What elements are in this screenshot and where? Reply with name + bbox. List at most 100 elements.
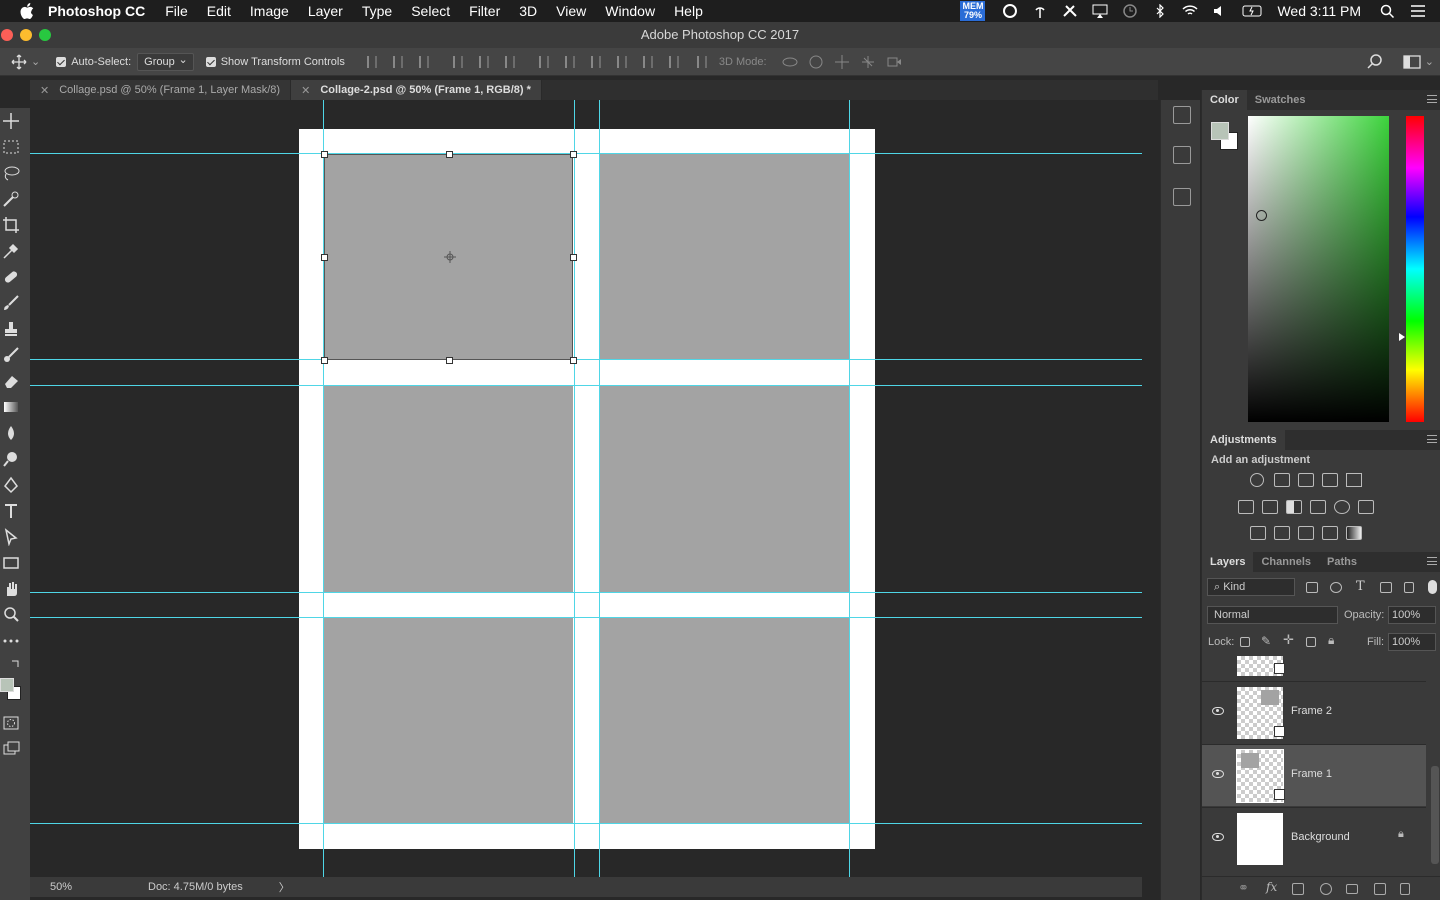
3d-pan-icon[interactable] xyxy=(834,54,850,70)
healing-brush-tool-icon[interactable] xyxy=(2,268,20,286)
workspace-icon[interactable] xyxy=(1403,54,1421,69)
guide-vertical[interactable] xyxy=(849,100,850,877)
wifi-icon[interactable] xyxy=(1182,4,1198,18)
zoom-tool-icon[interactable] xyxy=(2,606,20,624)
layer-name[interactable]: Background xyxy=(1291,831,1350,843)
new-adjustment-layer-icon[interactable] xyxy=(1320,883,1332,895)
canvas-area[interactable] xyxy=(30,100,1142,877)
channel-mixer-icon[interactable] xyxy=(1334,500,1350,514)
menu-file[interactable]: File xyxy=(165,3,188,19)
tab-paths[interactable]: Paths xyxy=(1319,552,1365,572)
menu-filter[interactable]: Filter xyxy=(469,3,500,19)
menu-window[interactable]: Window xyxy=(605,3,655,19)
color-lookup-icon[interactable] xyxy=(1358,500,1374,514)
align-top-icon[interactable] xyxy=(366,55,377,68)
creative-cloud-icon[interactable] xyxy=(1002,4,1018,18)
layer-name[interactable]: Frame 1 xyxy=(1291,768,1332,780)
quick-mask-icon[interactable] xyxy=(2,714,20,732)
guide-vertical[interactable] xyxy=(574,100,575,877)
transform-handle-right[interactable] xyxy=(570,254,577,261)
frame-6[interactable] xyxy=(600,618,849,824)
lock-position-icon[interactable]: ✛ xyxy=(1283,632,1294,648)
transform-handle-top-left[interactable] xyxy=(321,151,328,158)
brightness-contrast-icon[interactable] xyxy=(1250,473,1264,487)
hue-slider-marker[interactable] xyxy=(1399,333,1405,341)
3d-orbit-icon[interactable] xyxy=(782,54,798,70)
visibility-eye-icon[interactable] xyxy=(1212,833,1224,841)
guide-horizontal[interactable] xyxy=(30,592,1142,593)
tab-collage[interactable]: ✕ Collage.psd @ 50% (Frame 1, Layer Mask… xyxy=(30,80,292,100)
color-field[interactable] xyxy=(1248,116,1389,422)
menu-image[interactable]: Image xyxy=(250,3,289,19)
visibility-eye-icon[interactable] xyxy=(1212,770,1224,778)
black-white-icon[interactable] xyxy=(1286,500,1302,514)
distribute-left-icon[interactable] xyxy=(616,55,627,68)
curves-icon[interactable] xyxy=(1298,473,1314,487)
distribute-hcenter-icon[interactable] xyxy=(642,55,653,68)
search-icon[interactable] xyxy=(1367,53,1383,70)
pen-tool-icon[interactable] xyxy=(2,476,20,494)
blur-tool-icon[interactable] xyxy=(2,424,20,442)
doc-info-arrow[interactable]: 〉 xyxy=(279,879,290,895)
time-machine-icon[interactable] xyxy=(1122,4,1138,18)
apple-icon[interactable] xyxy=(20,3,34,19)
layer-row-background[interactable]: Background 🔒︎ xyxy=(1202,807,1426,869)
align-left-icon[interactable] xyxy=(452,55,463,68)
menu-3d[interactable]: 3D xyxy=(519,3,537,19)
guide-horizontal[interactable] xyxy=(30,823,1142,824)
filter-adjustment-icon[interactable] xyxy=(1330,582,1342,593)
show-transform-checkbox[interactable] xyxy=(205,56,216,67)
guide-horizontal[interactable] xyxy=(30,153,1142,154)
transform-handle-bottom[interactable] xyxy=(446,357,453,364)
battery-icon[interactable] xyxy=(1242,4,1264,18)
align-vcenter-icon[interactable] xyxy=(392,55,403,68)
eraser-tool-icon[interactable] xyxy=(2,372,20,390)
layer-filter-kind-select[interactable]: ⌕ Kind xyxy=(1207,578,1295,596)
layer-effects-icon[interactable]: fx xyxy=(1266,880,1277,894)
photo-filter-icon[interactable] xyxy=(1310,500,1326,514)
color-picker-cursor[interactable] xyxy=(1256,210,1267,221)
3d-slide-icon[interactable] xyxy=(860,54,876,70)
menu-layer[interactable]: Layer xyxy=(308,3,343,19)
auto-select-dropdown[interactable]: Group xyxy=(137,52,194,71)
bluetooth-icon[interactable] xyxy=(1152,4,1168,18)
wifi-share-icon[interactable] xyxy=(1032,4,1048,18)
spotlight-search-icon[interactable] xyxy=(1380,4,1396,18)
exposure-icon[interactable] xyxy=(1322,473,1338,487)
transform-handle-top[interactable] xyxy=(446,151,453,158)
minimize-window-button[interactable] xyxy=(20,29,32,41)
swap-colors-icon[interactable] xyxy=(10,656,22,668)
distribute-bottom-icon[interactable] xyxy=(590,55,601,68)
move-tool-icon[interactable] xyxy=(11,54,27,70)
notification-center-icon[interactable] xyxy=(1410,4,1426,18)
properties-panel-icon[interactable] xyxy=(1173,146,1191,164)
visibility-eye-icon[interactable] xyxy=(1212,707,1224,715)
layer-row-frame-1[interactable]: Frame 1 xyxy=(1202,744,1426,806)
workspace-chevron-icon[interactable]: ⌄ xyxy=(1425,55,1434,68)
rectangle-tool-icon[interactable] xyxy=(2,554,20,572)
more-tools-icon[interactable] xyxy=(2,632,20,650)
layer-row-frame-2[interactable]: Frame 2 xyxy=(1202,681,1426,743)
hand-tool-icon[interactable] xyxy=(2,580,20,598)
auto-select-checkbox[interactable] xyxy=(56,56,67,67)
transform-handle-bottom-right[interactable] xyxy=(570,357,577,364)
new-layer-icon[interactable] xyxy=(1374,883,1386,895)
foreground-color-swatch[interactable] xyxy=(0,678,14,692)
levels-icon[interactable] xyxy=(1274,473,1290,487)
hue-saturation-icon[interactable] xyxy=(1238,500,1254,514)
new-group-icon[interactable] xyxy=(1346,884,1358,894)
memory-status[interactable]: MEM 79% xyxy=(960,1,986,21)
tab-collage-2[interactable]: ✕ Collage-2.psd @ 50% (Frame 1, RGB/8) * xyxy=(291,80,542,100)
gradient-tool-icon[interactable] xyxy=(2,398,20,416)
menu-type[interactable]: Type xyxy=(362,3,392,19)
filter-pixel-icon[interactable] xyxy=(1306,582,1318,593)
panel-menu-icon[interactable] xyxy=(1427,557,1437,565)
zoom-level[interactable]: 50% xyxy=(50,881,120,893)
eyedropper-tool-icon[interactable] xyxy=(2,242,20,260)
lock-pixels-icon[interactable]: ✎ xyxy=(1261,634,1271,648)
color-balance-icon[interactable] xyxy=(1262,500,1278,514)
layer-row-partial[interactable] xyxy=(1202,656,1426,680)
align-right-icon[interactable] xyxy=(504,55,515,68)
libraries-panel-icon[interactable] xyxy=(1173,188,1191,206)
align-hcenter-icon[interactable] xyxy=(478,55,489,68)
